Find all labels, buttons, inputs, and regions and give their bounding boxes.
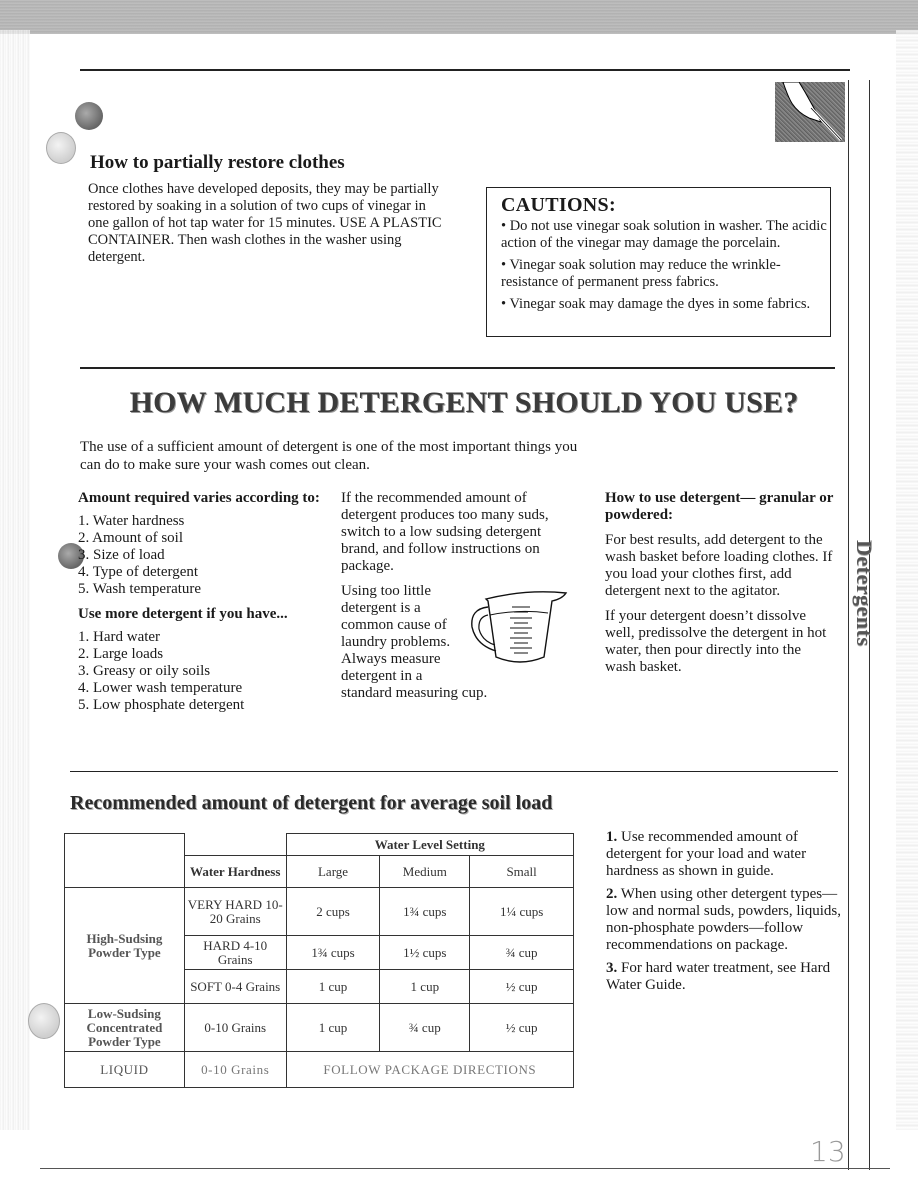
dissolve-paragraph: If your detergent doesn’t dissolve well,… xyxy=(605,608,827,675)
page-title: HOW MUCH DETERGENT SHOULD YOU USE? xyxy=(129,386,799,419)
measuring-cup-icon xyxy=(471,591,568,663)
hardness-cell: 0-10 Grains xyxy=(183,1003,287,1052)
list-item: 3. Greasy or oily soils xyxy=(78,663,211,679)
measure-paragraph-end: standard measuring cup. xyxy=(341,685,488,701)
note-number: 1. xyxy=(606,829,618,845)
scan-artifact-top xyxy=(0,0,918,34)
amount-cell: ¾ cup xyxy=(469,935,574,970)
suds-paragraph: If the recommended amount of detergent p… xyxy=(341,490,549,574)
row-label-low-sudsing: Low-Sudsing Concentrated Powder Type xyxy=(64,1003,185,1052)
side-tab-label: Detergents xyxy=(852,540,877,647)
row-label-high-sudsing: High-Sudsing Powder Type xyxy=(64,887,185,1004)
water-level-header: Water Level Setting xyxy=(285,833,575,856)
amount-cell: ¾ cup xyxy=(379,1003,471,1052)
table-row: LIQUID 0-10 Grains FOLLOW PACKAGE DIRECT… xyxy=(64,1051,575,1088)
note-text: For hard water treatment, see Hard Water… xyxy=(606,960,831,993)
hardness-cell: VERY HARD 10-20 Grains xyxy=(183,887,287,936)
detergent-table: Water Level Setting Water Hardness Large… xyxy=(64,833,575,1088)
section-rule xyxy=(80,367,835,369)
section-rule xyxy=(70,771,838,772)
column-header-medium: Medium xyxy=(379,855,471,888)
measure-paragraph: Using too little detergent is a common c… xyxy=(341,583,451,684)
intro-text: The use of a sufficient amount of deterg… xyxy=(80,439,578,473)
list-item: 1. Water hardness xyxy=(78,513,185,529)
amount-varies-list: 1. Water hardness 2. Amount of soil 3. S… xyxy=(78,513,328,598)
cautions-title: CAUTIONS: xyxy=(501,194,616,216)
amount-varies-column: Amount required varies according to: 1. … xyxy=(78,490,328,722)
table-notes: 1. Use recommended amount of detergent f… xyxy=(606,829,846,1000)
use-more-list: 1. Hard water 2. Large loads 3. Greasy o… xyxy=(78,629,328,714)
page-number: 13 xyxy=(810,1135,846,1168)
how-to-use-column: How to use detergent— granular or powder… xyxy=(605,490,835,684)
amount-cell: 1¾ cups xyxy=(379,887,471,936)
caution-item: • Vinegar soak solution may reduce the w… xyxy=(501,257,781,290)
note-item: 2. When using other detergent types—low … xyxy=(606,886,846,954)
punch-hole-icon xyxy=(28,1003,60,1039)
table-row: High-Sudsing Powder Type VERY HARD 10-20… xyxy=(64,887,574,1004)
table-title: Recommended amount of detergent for aver… xyxy=(70,792,553,814)
amount-cell: 1¾ cups xyxy=(285,935,381,970)
table-row: Low-Sudsing Concentrated Powder Type 0-1… xyxy=(64,1003,574,1052)
bottom-rule xyxy=(40,1168,890,1169)
table-header-row: Water Level Setting xyxy=(64,833,575,888)
note-text: When using other detergent types—low and… xyxy=(606,886,841,953)
column-header-small: Small xyxy=(469,855,574,888)
punch-hole-icon xyxy=(46,132,76,164)
hardness-cell: HARD 4-10 Grains xyxy=(183,935,287,970)
scan-artifact-right xyxy=(896,30,918,1130)
column-header-large: Large xyxy=(285,855,381,888)
water-hardness-header: Water Hardness xyxy=(183,855,287,888)
scan-artifact-left xyxy=(0,30,30,1130)
follow-package-directions-cell: FOLLOW PACKAGE DIRECTIONS xyxy=(285,1051,575,1088)
table-blank-header xyxy=(183,833,287,856)
amount-cell: 2 cups xyxy=(285,887,381,936)
amount-cell: 1 cup xyxy=(285,1003,381,1052)
note-item: 3. For hard water treatment, see Hard Wa… xyxy=(606,960,846,994)
caution-item: • Vinegar soak may damage the dyes in so… xyxy=(501,296,811,312)
amount-cell: 1 cup xyxy=(379,969,471,1004)
note-number: 2. xyxy=(606,886,618,902)
restore-clothes-text: Once clothes have developed deposits, th… xyxy=(88,181,442,265)
list-item: 3. Size of load xyxy=(78,547,165,563)
amount-cell: ½ cup xyxy=(469,1003,574,1052)
note-item: 1. Use recommended amount of detergent f… xyxy=(606,829,846,880)
list-item: 1. Hard water xyxy=(78,629,161,645)
note-text: Use recommended amount of detergent for … xyxy=(606,829,807,879)
note-number: 3. xyxy=(606,960,618,976)
how-to-use-heading: How to use detergent— granular or powder… xyxy=(605,490,834,523)
cautions-box: CAUTIONS: • Do not use vinegar soak solu… xyxy=(486,187,831,337)
restore-clothes-heading: How to partially restore clothes xyxy=(90,152,345,173)
hand-pen-illustration-icon xyxy=(775,82,845,142)
list-item: 5. Low phosphate detergent xyxy=(78,697,245,713)
table-corner-cell xyxy=(64,833,185,888)
amount-cell: ½ cup xyxy=(469,969,574,1004)
punch-hole-icon xyxy=(75,102,103,130)
top-rule xyxy=(80,69,850,71)
list-item: 4. Lower wash temperature xyxy=(78,680,243,696)
list-item: 2. Large loads xyxy=(78,646,164,662)
row-label-liquid: LIQUID xyxy=(64,1051,185,1088)
how-to-use-paragraph: For best results, add detergent to the w… xyxy=(605,532,833,599)
caution-item: • Do not use vinegar soak solution in wa… xyxy=(501,218,827,251)
amount-cell: 1 cup xyxy=(285,969,381,1004)
amount-varies-heading: Amount required varies according to: xyxy=(78,490,320,506)
hardness-cell: SOFT 0-4 Grains xyxy=(183,969,287,1004)
amount-cell: 1¼ cups xyxy=(469,887,574,936)
amount-cell: 1½ cups xyxy=(379,935,471,970)
hardness-cell: 0-10 Grains xyxy=(183,1051,287,1088)
list-item: 4. Type of detergent xyxy=(78,564,199,580)
list-item: 2. Amount of soil xyxy=(78,530,184,546)
use-more-heading: Use more detergent if you have... xyxy=(78,606,288,622)
list-item: 5. Wash temperature xyxy=(78,581,202,597)
